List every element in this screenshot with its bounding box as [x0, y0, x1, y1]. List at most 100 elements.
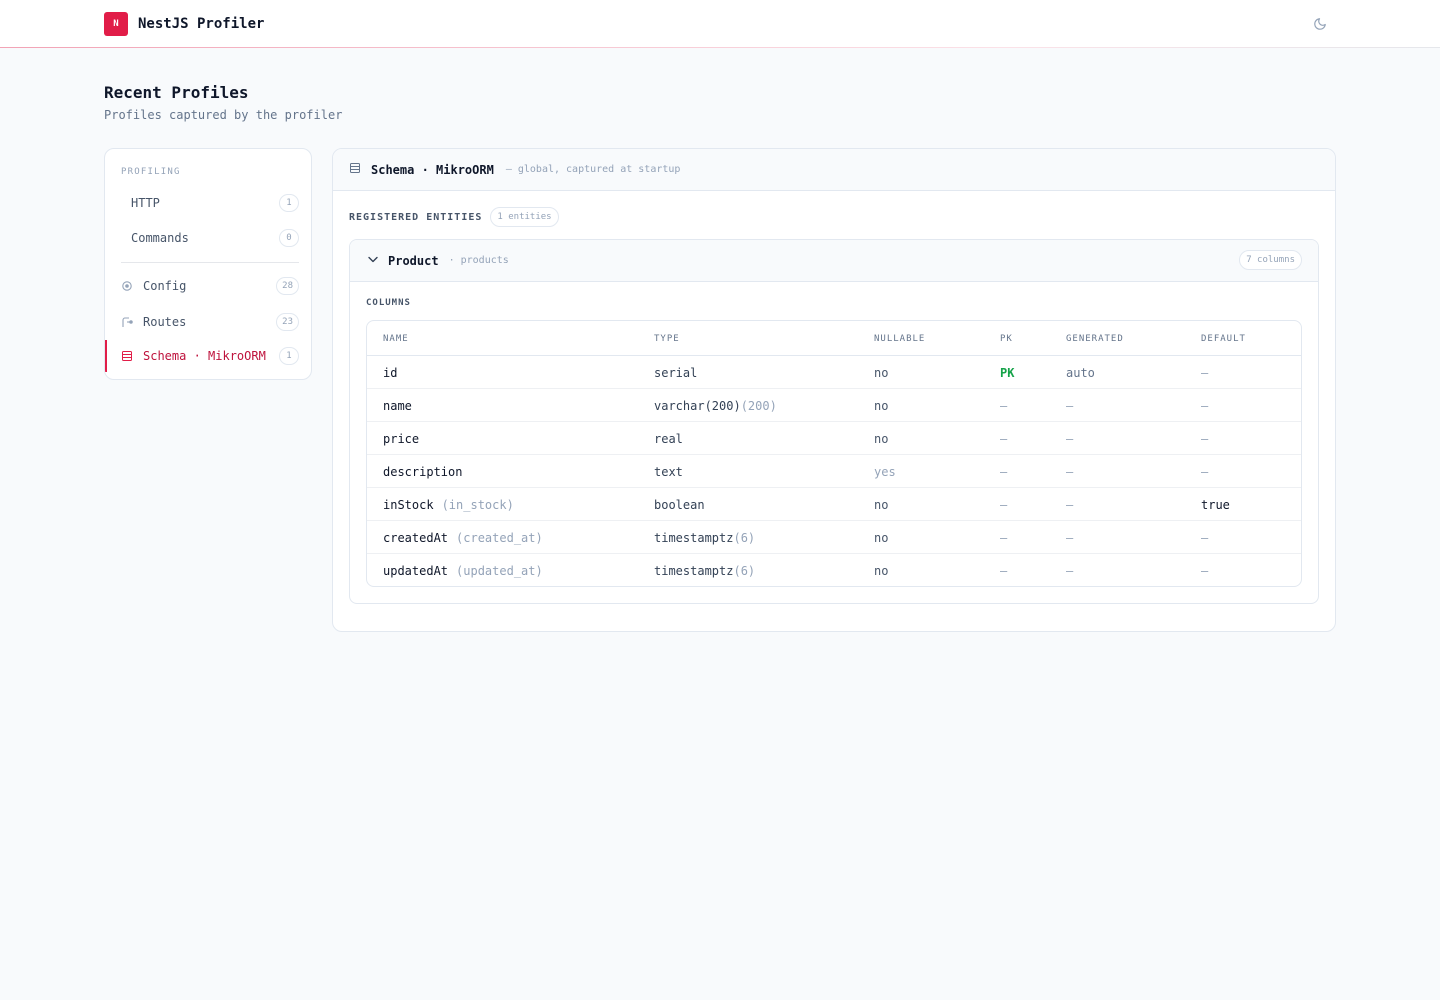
column-header-generated: GENERATED: [1066, 333, 1124, 344]
cell-type: timestamptz (6): [654, 554, 756, 586]
sidebar-item-schema[interactable]: Schema · MikroORM 1: [105, 340, 311, 372]
column-header-nullable: NULLABLE: [874, 333, 926, 344]
sidebar-item-label: Commands: [131, 231, 189, 245]
registered-entities-label: REGISTERED ENTITIES: [349, 211, 483, 223]
cell-default: —: [1201, 563, 1209, 578]
cell-name: description: [383, 455, 462, 488]
chevron-down-icon[interactable]: [366, 252, 380, 269]
cell-nullable: no: [874, 398, 889, 413]
count-badge: 28: [276, 277, 299, 295]
sidebar-item-routes[interactable]: Routes 23: [105, 306, 311, 338]
panel-header: Schema · MikroORM — global, captured at …: [333, 149, 1335, 191]
sidebar-item-label: Routes: [143, 315, 187, 329]
cell-type: varchar(200) (200): [654, 389, 777, 422]
cell-type: text: [654, 455, 683, 488]
column-type-suffix: (6): [733, 563, 756, 578]
sidebar-heading: PROFILING: [121, 167, 181, 177]
cell-generated: —: [1066, 530, 1074, 545]
count-badge: 1: [279, 194, 299, 212]
entities-count-badge: 1 entities: [490, 207, 559, 227]
sidebar: PROFILING HTTP 1 Commands 0 Config 28 Ro…: [104, 148, 312, 380]
cell-default: true: [1201, 497, 1230, 512]
cell-pk: —: [1000, 431, 1008, 446]
columns-count-badge: 7 columns: [1239, 250, 1302, 270]
moon-icon: [1314, 18, 1326, 30]
sidebar-item-label: Config: [143, 279, 187, 293]
cell-nullable: no: [874, 365, 889, 380]
panel-title: Schema · MikroORM: [371, 162, 494, 177]
column-name: id: [383, 365, 398, 380]
page-title: Recent Profiles: [104, 83, 249, 102]
cell-type: real: [654, 422, 683, 455]
table-row: createdAt (created_at) timestamptz (6) no — — —: [367, 521, 1301, 554]
cell-pk: —: [1000, 530, 1008, 545]
cell-pk: —: [1000, 398, 1008, 413]
column-header-name: NAME: [383, 333, 409, 344]
cell-default: —: [1201, 365, 1209, 380]
cell-pk: —: [1000, 464, 1008, 479]
brand[interactable]: N NestJS Profiler: [104, 12, 264, 36]
sidebar-divider: [121, 262, 299, 263]
schema-panel: Schema · MikroORM — global, captured at …: [332, 148, 1336, 632]
column-header-default: DEFAULT: [1201, 333, 1246, 344]
cell-generated: —: [1066, 563, 1074, 578]
config-icon: [121, 280, 133, 292]
column-header-type: TYPE: [654, 333, 680, 344]
cell-nullable: yes: [874, 464, 896, 479]
entity-card: Product · products 7 columns COLUMNS NAM…: [349, 239, 1319, 604]
cell-pk: PK: [1000, 365, 1015, 380]
column-alias: (created_at): [456, 530, 543, 545]
cell-pk: —: [1000, 563, 1008, 578]
cell-nullable: no: [874, 530, 889, 545]
cell-nullable: no: [874, 497, 889, 512]
cell-generated: —: [1066, 398, 1074, 413]
cell-name: price: [383, 422, 419, 455]
column-alias: (updated_at): [456, 563, 543, 578]
cell-default: —: [1201, 530, 1209, 545]
column-type: timestamptz: [654, 563, 734, 578]
entity-header[interactable]: Product · products 7 columns: [350, 240, 1318, 282]
page-subtitle: Profiles captured by the profiler: [104, 108, 343, 122]
cell-type: boolean: [654, 488, 705, 521]
database-icon: [121, 350, 133, 362]
column-name: inStock: [383, 497, 434, 512]
column-type: timestamptz: [654, 530, 734, 545]
table-row: id serial no PK auto —: [367, 356, 1301, 389]
sidebar-item-label: HTTP: [131, 196, 160, 210]
table-row: description text yes — — —: [367, 455, 1301, 488]
cell-generated: —: [1066, 497, 1074, 512]
cell-nullable: no: [874, 563, 889, 578]
cell-type: timestamptz (6): [654, 521, 755, 554]
sidebar-item-label: Schema · MikroORM: [143, 349, 266, 363]
cell-name: inStock (in_stock): [383, 488, 514, 521]
cell-type: serial: [654, 356, 697, 389]
sidebar-item-commands[interactable]: Commands 0: [105, 222, 311, 254]
columns-label: COLUMNS: [366, 298, 411, 308]
sidebar-item-config[interactable]: Config 28: [105, 270, 311, 302]
database-icon: [349, 162, 361, 177]
registered-entities-row: REGISTERED ENTITIES 1 entities: [349, 207, 559, 227]
cell-generated: auto: [1066, 365, 1095, 380]
routes-icon: [121, 316, 133, 328]
table-row: inStock (in_stock) boolean no — — true: [367, 488, 1301, 521]
columns-table: NAME TYPE NULLABLE PK GENERATED DEFAULT …: [366, 320, 1302, 587]
theme-toggle-button[interactable]: [1312, 16, 1328, 32]
cell-name: updatedAt (updated_at): [383, 554, 543, 586]
column-name: updatedAt: [383, 563, 449, 578]
column-type-suffix: (6): [733, 530, 756, 545]
column-type: boolean: [654, 497, 705, 512]
table-row: updatedAt (updated_at) timestamptz (6) no — — —: [367, 554, 1301, 586]
table-header: NAME TYPE NULLABLE PK GENERATED DEFAULT: [367, 321, 1301, 356]
top-bar: N NestJS Profiler: [0, 0, 1440, 48]
cell-default: —: [1201, 464, 1209, 479]
column-name: description: [383, 464, 463, 479]
column-type: serial: [654, 365, 698, 380]
cell-default: —: [1201, 431, 1209, 446]
count-badge: 1: [279, 347, 299, 365]
panel-subtitle: — global, captured at startup: [505, 164, 681, 175]
column-alias: (in_stock): [441, 497, 514, 512]
cell-default: —: [1201, 398, 1209, 413]
cell-nullable: no: [874, 431, 889, 446]
sidebar-item-http[interactable]: HTTP 1: [105, 187, 311, 219]
column-name: createdAt: [383, 530, 449, 545]
